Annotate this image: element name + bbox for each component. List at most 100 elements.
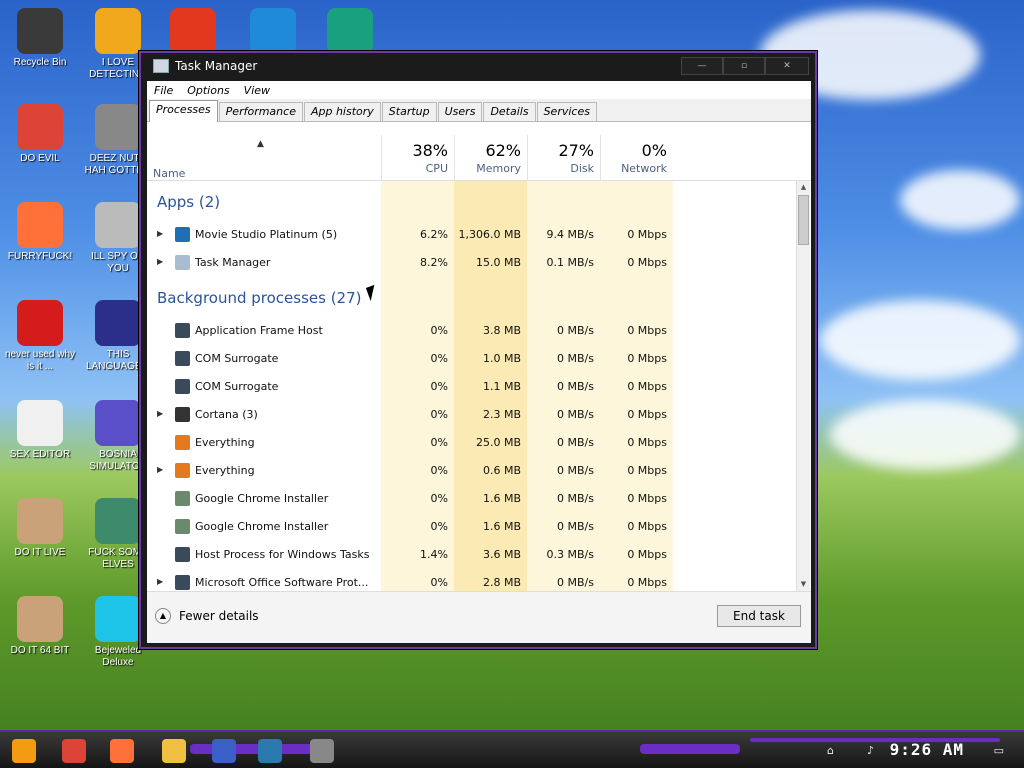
- process-row[interactable]: ▶ Movie Studio Platinum (5) 6.2% 1,306.0 MB…: [147, 221, 671, 249]
- process-net: 0 Mbps: [627, 548, 667, 561]
- process-row[interactable]: COM Surrogate 0% 1.1 MB 0 MB/s 0 Mbps: [147, 373, 671, 401]
- process-row[interactable]: ▶ Cortana (3) 0% 2.3 MB 0 MB/s 0 Mbps: [147, 401, 671, 429]
- process-cpu: 0%: [430, 352, 448, 365]
- task-manager-window: Task Manager — ▫ ✕ File Options View Pro…: [138, 50, 818, 650]
- process-row[interactable]: ▶ Everything 0% 0.6 MB 0 MB/s 0 Mbps: [147, 457, 671, 485]
- process-row[interactable]: Google Chrome Installer 0% 1.6 MB 0 MB/s 0 M…: [147, 513, 671, 541]
- firefox-icon[interactable]: [110, 739, 134, 763]
- menu-options[interactable]: Options: [180, 84, 236, 97]
- scroll-thumb[interactable]: [798, 195, 809, 245]
- volume-tray-icon[interactable]: ♪: [867, 744, 874, 757]
- desktop-icon[interactable]: DO EVIL: [2, 104, 78, 165]
- task-manager-icon: [153, 59, 169, 73]
- scroll-up-icon[interactable]: ▲: [797, 181, 810, 194]
- end-task-button[interactable]: End task: [717, 605, 801, 627]
- expand-chevron-icon[interactable]: ▶: [157, 229, 163, 238]
- chevron-up-icon: ▲: [155, 608, 171, 624]
- close-button[interactable]: ✕: [765, 57, 809, 75]
- process-mem: 1,306.0 MB: [458, 228, 521, 241]
- menu-file[interactable]: File: [147, 84, 180, 97]
- process-net: 0 Mbps: [627, 352, 667, 365]
- maximize-button[interactable]: ▫: [723, 57, 765, 75]
- process-icon: [175, 227, 190, 242]
- process-cpu: 0%: [430, 436, 448, 449]
- process-cpu: 0%: [430, 464, 448, 477]
- tab-app-history[interactable]: App history: [303, 102, 381, 121]
- desktop-icon[interactable]: never used why is it ...: [2, 300, 78, 373]
- tab-users[interactable]: Users: [437, 102, 483, 121]
- network-tray-icon[interactable]: ⌂: [827, 744, 834, 757]
- process-row[interactable]: ▶ Task Manager 8.2% 15.0 MB 0.1 MB/s 0 Mbps: [147, 249, 671, 277]
- desktop-icon[interactable]: Recycle Bin: [2, 8, 78, 69]
- sort-arrow-icon: ▲: [257, 139, 264, 149]
- desktop-icon-label: DO IT 64 BIT: [10, 645, 70, 656]
- process-disk: 9.4 MB/s: [546, 228, 594, 241]
- minimize-button[interactable]: —: [681, 57, 723, 75]
- chrome-icon[interactable]: [62, 739, 86, 763]
- taskbar-accent: [640, 744, 740, 754]
- column-network[interactable]: 0% Network: [600, 135, 673, 181]
- file-explorer-icon[interactable]: [162, 739, 186, 763]
- desktop-icon-label: FURRYFUCK!: [7, 251, 73, 262]
- expand-chevron-icon[interactable]: ▶: [157, 409, 163, 418]
- process-mem: 1.6 MB: [482, 492, 521, 505]
- process-name: Host Process for Windows Tasks: [195, 548, 370, 561]
- desktop-icon[interactable]: DO IT 64 BIT: [2, 596, 78, 657]
- tab-processes[interactable]: Processes: [149, 100, 218, 122]
- desktop-icon[interactable]: SEX EDITOR: [2, 400, 78, 461]
- santa-icon: [95, 498, 141, 544]
- process-mem: 25.0 MB: [475, 436, 521, 449]
- process-icon: [175, 547, 190, 562]
- p-icon: [250, 8, 296, 54]
- process-mem: 15.0 MB: [475, 256, 521, 269]
- tab-details[interactable]: Details: [483, 102, 536, 121]
- scrollbar[interactable]: ▲ ▼: [796, 181, 810, 591]
- network-percent: 0%: [641, 141, 667, 160]
- column-cpu[interactable]: 38% CPU: [381, 135, 454, 181]
- taskbar-accent: [190, 744, 320, 754]
- network-icon: [95, 202, 141, 248]
- column-disk[interactable]: 27% Disk: [527, 135, 600, 181]
- v-app-icon[interactable]: [212, 739, 236, 763]
- task-manager-icon[interactable]: [310, 739, 334, 763]
- desktop-icon-label: Recycle Bin: [13, 57, 67, 68]
- process-net: 0 Mbps: [627, 324, 667, 337]
- memory-percent: 62%: [485, 141, 521, 160]
- process-name: Task Manager: [195, 256, 271, 269]
- process-row[interactable]: ▶ Microsoft Office Software Prot... 0% 2.8 …: [147, 569, 671, 591]
- desktop-icon[interactable]: FURRYFUCK!: [2, 202, 78, 263]
- process-row[interactable]: Google Chrome Installer 0% 1.6 MB 0 MB/s 0 M…: [147, 485, 671, 513]
- menu-view[interactable]: View: [237, 84, 277, 97]
- portrait-icon: [17, 498, 63, 544]
- process-name: Microsoft Office Software Prot...: [195, 576, 369, 589]
- fewer-details-label: Fewer details: [179, 609, 259, 623]
- process-icon: [175, 255, 190, 270]
- expand-chevron-icon[interactable]: ▶: [157, 465, 163, 474]
- process-row[interactable]: COM Surrogate 0% 1.0 MB 0 MB/s 0 Mbps: [147, 345, 671, 373]
- process-net: 0 Mbps: [627, 228, 667, 241]
- column-name[interactable]: Name: [153, 167, 185, 180]
- process-name: Google Chrome Installer: [195, 520, 329, 533]
- window-controls: — ▫ ✕: [681, 57, 809, 75]
- process-row[interactable]: Everything 0% 25.0 MB 0 MB/s 0 Mbps: [147, 429, 671, 457]
- tab-startup[interactable]: Startup: [381, 102, 437, 121]
- column-memory[interactable]: 62% Memory: [454, 135, 527, 181]
- process-row[interactable]: Application Frame Host 0% 3.8 MB 0 MB/s 0 Mb…: [147, 317, 671, 345]
- start-icon[interactable]: [12, 739, 36, 763]
- notification-icon[interactable]: ▭: [994, 744, 1004, 757]
- scroll-down-icon[interactable]: ▼: [797, 578, 810, 591]
- movie-studio-icon[interactable]: [258, 739, 282, 763]
- footer: ▲ Fewer details End task: [147, 591, 811, 643]
- desktop-icon[interactable]: DO IT LIVE: [2, 498, 78, 559]
- fewer-details-button[interactable]: ▲ Fewer details: [155, 608, 259, 624]
- tab-services[interactable]: Services: [536, 102, 597, 121]
- expand-chevron-icon[interactable]: ▶: [157, 257, 163, 266]
- clock[interactable]: 9:26 AM: [890, 740, 964, 759]
- process-cpu: 0%: [430, 324, 448, 337]
- expand-chevron-icon[interactable]: ▶: [157, 577, 163, 586]
- tab-performance[interactable]: Performance: [218, 102, 303, 121]
- process-cpu: 0%: [430, 380, 448, 393]
- devcpp-icon: [17, 300, 63, 346]
- process-row[interactable]: Host Process for Windows Tasks 1.4% 3.6 MB…: [147, 541, 671, 569]
- process-cpu: 6.2%: [420, 228, 448, 241]
